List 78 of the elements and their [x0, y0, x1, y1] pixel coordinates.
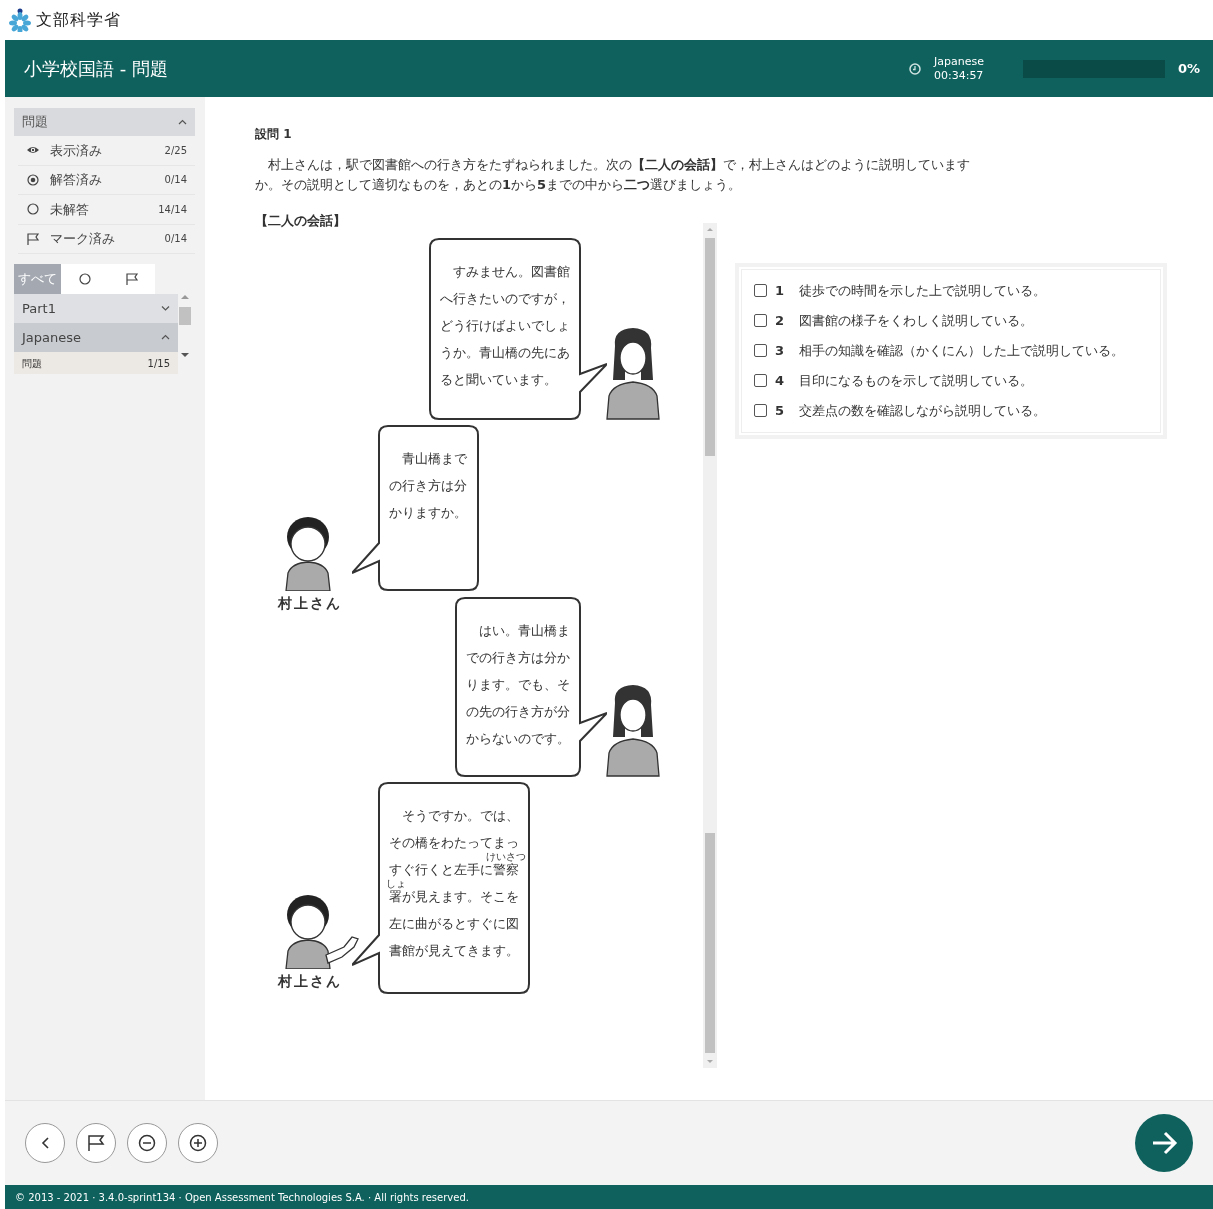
furigana-reading: けいさつ — [486, 850, 526, 862]
radio-dot-icon — [26, 173, 40, 186]
status-filter-item[interactable]: 解答済み 0/14 — [18, 165, 195, 195]
part-header[interactable]: Japanese — [14, 323, 178, 352]
furigana-reading: しょ — [385, 877, 406, 889]
speech-line: へ行きたいのですが， — [440, 290, 570, 306]
option-text: 交差点の数を確認しながら説明している。 — [799, 401, 1046, 420]
option-text: 目印になるものを示して説明している。 — [799, 371, 1033, 390]
option-number: 1 — [775, 281, 786, 300]
speech-line: からないのです。 — [466, 730, 570, 746]
option-text: 相手の知識を確認（かくにん）した上で説明している。 — [799, 341, 1124, 360]
chevron-left-icon — [39, 1136, 51, 1150]
flag-button[interactable] — [76, 1123, 116, 1163]
speech-line: ります。でも、そ — [466, 676, 570, 692]
speech-line: その橋をわたってまっ — [389, 834, 519, 850]
speech-line: うか。青山橋の先にあ — [440, 344, 570, 360]
speaker-name: 村上さん — [278, 971, 342, 991]
arrow-right-icon — [1150, 1129, 1178, 1157]
option-text: 図書館の様子をくわしく説明している。 — [799, 311, 1033, 330]
flag-icon — [124, 273, 139, 285]
part-header[interactable]: Part1 — [14, 294, 178, 323]
progress-percent: 0% — [1177, 59, 1200, 78]
status-filter-item[interactable]: 未解答 14/14 — [18, 195, 195, 225]
minus-circle-icon — [138, 1134, 156, 1152]
section-header[interactable]: 問題 — [14, 108, 195, 136]
checkbox[interactable] — [754, 374, 767, 387]
speech-line: 青山橋まで — [400, 450, 467, 466]
logo-text: 文部科学省 — [36, 9, 121, 31]
next-button[interactable] — [1135, 1114, 1193, 1172]
checkbox[interactable] — [754, 404, 767, 417]
chevron-up-icon — [161, 334, 170, 341]
plus-circle-icon — [189, 1134, 207, 1152]
zoom-out-button[interactable] — [127, 1123, 167, 1163]
option-number: 5 — [775, 401, 786, 420]
speech-line: どう行けばよいでしょ — [440, 317, 570, 333]
status-filter-item[interactable]: マーク済み 0/14 — [18, 224, 195, 254]
checkbox[interactable] — [754, 344, 767, 357]
speech-line: すぐ行くと左手に警察 — [389, 861, 519, 877]
section-title: 問題 — [22, 113, 48, 132]
ministry-logo-icon — [8, 8, 32, 32]
status-filter-item[interactable]: 表示済み 2/25 — [18, 136, 195, 166]
filter-tab[interactable] — [61, 264, 108, 294]
checkbox[interactable] — [754, 314, 767, 327]
timer-value: 00:34:57 — [933, 68, 984, 83]
speech-line: 左に曲がるとすぐに図 — [389, 915, 519, 931]
question-prompt: 村上さんは，駅で図書館への行き方をたずねられました。次の【二人の会話】で，村上さんはどのように説明していますか。その説明として適切なものを，あとの1から5までの中から二つ選びましょう。 — [255, 156, 971, 194]
speech-line: はい。青山橋ま — [477, 622, 570, 638]
zoom-in-button[interactable] — [178, 1123, 218, 1163]
question-heading: 設問 1 — [255, 126, 293, 143]
question-item[interactable]: 問題 1/15 — [14, 352, 178, 374]
clock-icon — [908, 62, 921, 75]
option-text: 徒歩での時間を示した上で説明している。 — [799, 281, 1046, 300]
speech-line: そうですか。では、 — [400, 807, 519, 823]
speech-line: 署が見えます。そこを — [389, 888, 519, 904]
option-number: 4 — [775, 371, 786, 390]
copyright-text: © 2013 - 2021 · 3.4.0-sprint134 · Open Assessment Technologies S.A. · All rights reserved. — [5, 1185, 1213, 1209]
speech-line: かりますか。 — [389, 504, 467, 520]
chevron-down-icon — [161, 305, 170, 312]
timer-label: Japanese — [933, 54, 984, 69]
speech-line: ると聞いています。 — [440, 371, 557, 387]
speech-line: すみません。図書館 — [451, 263, 570, 279]
previous-button[interactable] — [25, 1123, 65, 1163]
scrollbar-drawing — [178, 294, 192, 360]
filter-tab[interactable] — [108, 264, 155, 294]
speech-line: 書館が見えてきます。 — [389, 942, 519, 958]
flag-icon — [87, 1134, 105, 1152]
speech-line: の先の行き方が分 — [466, 703, 570, 719]
speaker-name: 村上さん — [278, 593, 342, 613]
speech-line: の行き方は分 — [389, 477, 467, 493]
option-number: 2 — [775, 311, 786, 330]
circle-icon — [77, 273, 92, 285]
checkbox[interactable] — [754, 284, 767, 297]
page-title: 小学校国語 - 問題 — [24, 57, 168, 81]
dialogue-title: 【二人の会話】 — [255, 212, 347, 230]
flag-icon — [26, 232, 40, 245]
circle-icon — [26, 203, 40, 216]
option-number: 3 — [775, 341, 786, 360]
speech-line: での行き方は分か — [466, 649, 570, 665]
